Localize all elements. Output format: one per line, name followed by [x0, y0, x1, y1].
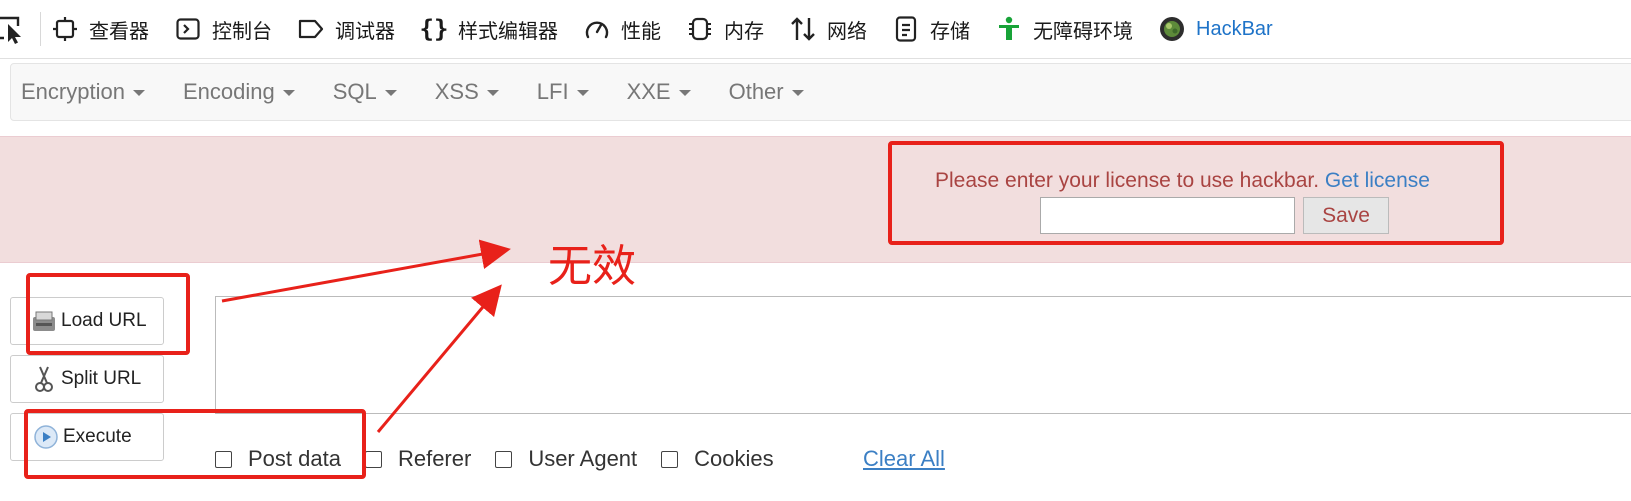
menu-other[interactable]: Other	[729, 79, 804, 105]
scissors-icon	[31, 366, 57, 392]
caret-down-icon	[678, 90, 691, 96]
option-label: Referer	[397, 446, 472, 471]
split-url-label: Split URL	[61, 368, 142, 389]
tab-label: 无障碍环境	[1033, 20, 1133, 43]
post-data-checkbox[interactable]	[215, 450, 232, 468]
split-url-button[interactable]: Split URL	[10, 355, 164, 403]
execute-button[interactable]: Execute	[10, 413, 164, 461]
tab-label: 查看器	[89, 20, 149, 43]
license-message-text: Please enter your license to use hackbar…	[935, 169, 1320, 192]
tab-label: 调试器	[335, 20, 395, 43]
debugger-icon	[298, 16, 324, 42]
performance-icon	[584, 16, 610, 42]
menu-sql[interactable]: SQL	[333, 79, 397, 105]
tab-accessibility[interactable]: 无障碍环境	[996, 15, 1133, 44]
clear-all-link[interactable]: Clear All	[863, 446, 945, 472]
console-icon	[175, 16, 201, 42]
tab-label: 样式编辑器	[458, 20, 558, 43]
tab-storage[interactable]: 存储	[893, 15, 970, 44]
menu-label: SQL	[332, 79, 377, 104]
caret-down-icon	[576, 90, 589, 96]
memory-icon	[687, 16, 713, 42]
hackbar-icon	[1159, 16, 1185, 42]
load-url-icon	[31, 308, 57, 334]
get-license-link[interactable]: Get license	[1325, 169, 1430, 192]
caret-down-icon	[486, 90, 499, 96]
option-referer[interactable]: Referer	[364, 446, 472, 472]
tab-style-editor[interactable]: {} 样式编辑器	[419, 15, 558, 44]
tab-label: 性能	[621, 20, 661, 43]
annotation-text-invalid: 无效	[548, 241, 636, 292]
option-cookies[interactable]: Cookies	[661, 446, 774, 472]
tab-label: HackBar	[1196, 17, 1273, 40]
storage-icon	[893, 16, 919, 42]
devtools-tabs: 查看器 控制台 调试器 {} 样式编辑器 性能 内存 网络 存储 无障碍环境 H…	[52, 0, 1299, 58]
style-editor-icon: {}	[419, 15, 449, 43]
license-alert: Please enter your license to use hackbar…	[0, 136, 1631, 263]
play-icon	[33, 424, 59, 450]
tab-label: 控制台	[212, 20, 272, 43]
tab-debugger[interactable]: 调试器	[298, 15, 395, 44]
option-label: Cookies	[694, 446, 774, 471]
tab-performance[interactable]: 性能	[584, 15, 661, 44]
menu-xss[interactable]: XSS	[435, 79, 499, 105]
caret-down-icon	[791, 90, 804, 96]
tab-hackbar[interactable]: HackBar	[1159, 16, 1273, 42]
element-picker-icon[interactable]	[0, 14, 26, 44]
accessibility-icon	[996, 16, 1022, 42]
url-textarea[interactable]	[215, 296, 1631, 414]
menu-label: Encoding	[182, 79, 275, 104]
tab-label: 存储	[930, 20, 970, 43]
request-options: Post data Referer User Agent Cookies	[215, 444, 798, 474]
tab-memory[interactable]: 内存	[687, 15, 764, 44]
menu-label: Encryption	[21, 79, 125, 104]
toolbar-separator	[40, 12, 41, 46]
caret-down-icon	[282, 90, 295, 96]
devtools-toolbar: 查看器 控制台 调试器 {} 样式编辑器 性能 内存 网络 存储 无障碍环境 H…	[0, 0, 1631, 59]
caret-down-icon	[132, 90, 145, 96]
load-url-label: Load URL	[61, 310, 147, 331]
license-message: Please enter your license to use hackbar…	[935, 169, 1430, 193]
menu-encoding[interactable]: Encoding	[183, 79, 295, 105]
menu-label: XSS	[434, 79, 479, 104]
menu-xxe[interactable]: XXE	[627, 79, 691, 105]
option-label: User Agent	[528, 446, 638, 471]
tab-label: 内存	[724, 20, 764, 43]
menu-label: LFI	[536, 79, 569, 104]
option-label: Post data	[248, 446, 341, 471]
license-input[interactable]	[1040, 197, 1295, 234]
menu-lfi[interactable]: LFI	[537, 79, 589, 105]
option-post-data[interactable]: Post data	[215, 446, 341, 472]
referer-checkbox[interactable]	[364, 450, 382, 468]
network-icon	[790, 16, 816, 42]
save-button[interactable]: Save	[1303, 197, 1389, 234]
option-user-agent[interactable]: User Agent	[495, 446, 637, 472]
tab-label: 网络	[827, 20, 867, 43]
load-url-button[interactable]: Load URL	[10, 297, 164, 345]
hackbar-menu: Encryption Encoding SQL XSS LFI XXE Othe…	[10, 63, 1631, 121]
user-agent-checkbox[interactable]	[495, 450, 513, 468]
tab-inspector[interactable]: 查看器	[52, 15, 149, 44]
tab-console[interactable]: 控制台	[175, 15, 272, 44]
execute-label: Execute	[63, 426, 132, 447]
cookies-checkbox[interactable]	[661, 450, 679, 468]
menu-encryption[interactable]: Encryption	[21, 79, 145, 105]
menu-label: XXE	[626, 79, 671, 104]
inspector-icon	[52, 16, 78, 42]
menu-label: Other	[728, 79, 784, 104]
tab-network[interactable]: 网络	[790, 15, 867, 44]
caret-down-icon	[384, 90, 397, 96]
